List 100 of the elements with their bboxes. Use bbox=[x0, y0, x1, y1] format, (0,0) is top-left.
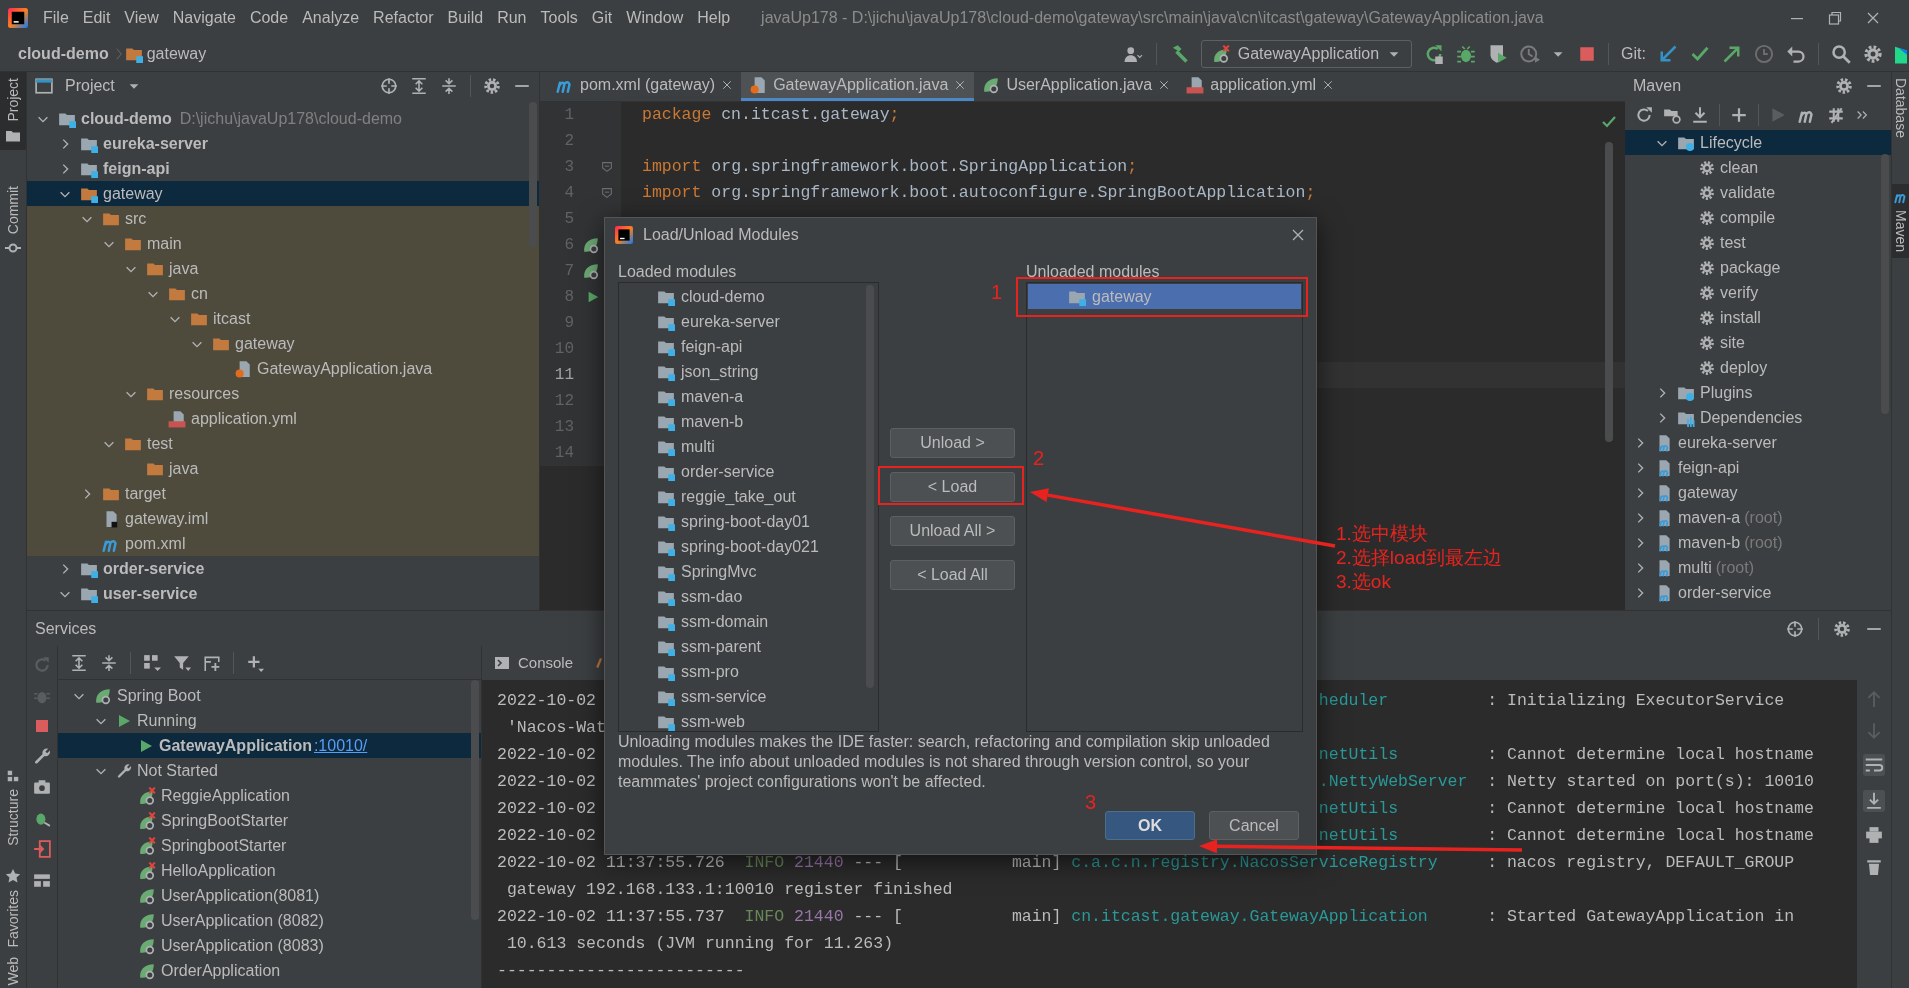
tree-row[interactable]: HelloApplication bbox=[58, 858, 481, 883]
tree-row[interactable]: application.yml bbox=[27, 406, 539, 431]
tree-row[interactable]: UserApplication (8083) bbox=[58, 933, 481, 958]
button[interactable]: Unload All > bbox=[890, 516, 1015, 546]
side-tab[interactable]: Favorites bbox=[0, 861, 26, 954]
print-icon[interactable] bbox=[1865, 826, 1883, 844]
menu-item[interactable]: Window bbox=[619, 4, 691, 32]
close-icon[interactable] bbox=[721, 79, 734, 91]
menu-item[interactable]: Edit bbox=[75, 4, 118, 32]
close-icon[interactable] bbox=[1322, 79, 1335, 91]
rerun-icon[interactable] bbox=[1424, 43, 1445, 64]
list-item[interactable]: ssm-domain bbox=[619, 609, 878, 634]
tree-row[interactable]: java bbox=[27, 256, 539, 281]
tree-row[interactable]: gateway bbox=[1625, 480, 1891, 505]
download-icon[interactable] bbox=[1691, 106, 1709, 124]
tree-row[interactable]: maven-b (root) bbox=[1625, 530, 1891, 555]
list-item[interactable]: cloud-demo bbox=[619, 284, 878, 309]
list-item[interactable]: ssm-pro bbox=[619, 659, 878, 684]
editor-tab[interactable]: UserApplication.java bbox=[974, 72, 1179, 101]
side-tab[interactable]: Project bbox=[0, 72, 26, 150]
list-item[interactable]: SpringMvc bbox=[619, 559, 878, 584]
settings-icon[interactable] bbox=[1835, 77, 1853, 95]
tree-row[interactable]: java bbox=[27, 456, 539, 481]
tree-row[interactable]: compile bbox=[1625, 205, 1891, 230]
settings-icon[interactable] bbox=[1863, 43, 1883, 64]
menu-item[interactable]: Git bbox=[584, 4, 620, 32]
editor-tab[interactable]: application.yml bbox=[1178, 72, 1343, 101]
list-item[interactable]: ssm-parent bbox=[619, 634, 878, 659]
tree-row[interactable]: OrderApplication bbox=[58, 958, 481, 983]
tree-row[interactable]: GatewayApplication:10010/ bbox=[58, 733, 481, 758]
tree-row[interactable]: main bbox=[27, 231, 539, 256]
list-item[interactable]: ssm-service bbox=[619, 684, 878, 709]
expand-all-icon[interactable] bbox=[70, 653, 88, 672]
update-arrow-icon[interactable] bbox=[1658, 43, 1678, 64]
wrench-icon[interactable] bbox=[33, 747, 51, 765]
tree-row[interactable]: test bbox=[1625, 230, 1891, 255]
more-icon[interactable] bbox=[1855, 108, 1869, 122]
menu-item[interactable]: Analyze bbox=[295, 4, 367, 32]
stop-icon[interactable] bbox=[34, 718, 50, 734]
tree-row[interactable]: SpringbootStarter bbox=[58, 833, 481, 858]
profiler-icon[interactable] bbox=[1520, 43, 1541, 64]
menu-item[interactable]: Run bbox=[490, 4, 534, 32]
locate-icon[interactable] bbox=[1786, 619, 1804, 638]
tree-row[interactable]: Lifecycle bbox=[1625, 130, 1891, 155]
scrollbar[interactable] bbox=[529, 102, 537, 247]
button[interactable]: OK bbox=[1105, 811, 1195, 840]
expand-all-icon[interactable] bbox=[410, 77, 428, 95]
tree-row[interactable]: clean bbox=[1625, 155, 1891, 180]
tree-row[interactable]: pom.xml bbox=[27, 531, 539, 556]
tree-row[interactable]: feign-api bbox=[1625, 455, 1891, 480]
locate-icon[interactable] bbox=[380, 77, 398, 95]
scrollbar[interactable] bbox=[471, 680, 479, 920]
soft-wrap-icon[interactable] bbox=[1863, 754, 1885, 776]
tree-row[interactable]: multi (root) bbox=[1625, 555, 1891, 580]
tree-row[interactable]: cloud-demo D:\jichu\javaUp178\cloud-demo bbox=[27, 106, 539, 131]
panel-title[interactable]: Project bbox=[65, 74, 115, 98]
tree-row[interactable]: eureka-server bbox=[27, 131, 539, 156]
tree-row[interactable]: Dependencies bbox=[1625, 405, 1891, 430]
tree-row[interactable]: test bbox=[27, 431, 539, 456]
menu-item[interactable]: File bbox=[36, 4, 76, 32]
plus-icon[interactable] bbox=[1730, 106, 1748, 124]
folder-refresh-icon[interactable] bbox=[1663, 106, 1681, 124]
run-icon[interactable] bbox=[586, 290, 600, 304]
collapse-all-icon[interactable] bbox=[440, 77, 458, 95]
list-item[interactable]: order-service bbox=[619, 459, 878, 484]
fold-icon[interactable] bbox=[600, 186, 614, 200]
tree-row[interactable]: eureka-server bbox=[1625, 430, 1891, 455]
button[interactable]: < Load All bbox=[890, 560, 1015, 590]
list-item[interactable]: ssm-dao bbox=[619, 584, 878, 609]
spring-bean-icon[interactable] bbox=[582, 236, 600, 254]
side-tab[interactable]: Maven bbox=[1892, 183, 1909, 258]
tree-row[interactable]: Plugins bbox=[1625, 380, 1891, 405]
stop-icon[interactable] bbox=[1578, 44, 1597, 63]
list-item[interactable]: ssm-web bbox=[619, 709, 878, 731]
list-item[interactable]: feign-api bbox=[619, 334, 878, 359]
close-icon[interactable] bbox=[1158, 79, 1171, 91]
side-tab[interactable]: Database bbox=[1892, 72, 1909, 144]
settings-icon[interactable] bbox=[1833, 619, 1851, 638]
camera-icon[interactable] bbox=[33, 778, 51, 796]
tree-row[interactable]: UserApplication (8082) bbox=[58, 908, 481, 933]
run-config-dropdown[interactable]: GatewayApplication bbox=[1200, 39, 1413, 68]
spring-bean-icon[interactable] bbox=[582, 262, 600, 280]
restore-icon[interactable] bbox=[1827, 10, 1843, 26]
close-icon[interactable] bbox=[954, 79, 967, 91]
menu-item[interactable]: View bbox=[117, 4, 166, 32]
tree-row[interactable]: order-service bbox=[27, 556, 539, 581]
list-item[interactable]: maven-b bbox=[619, 409, 878, 434]
layout-icon[interactable] bbox=[33, 871, 51, 889]
tree-row[interactable]: itcast bbox=[27, 306, 539, 331]
tree-row[interactable]: UserApplication(8081) bbox=[58, 883, 481, 908]
menu-item[interactable]: Help bbox=[690, 4, 738, 32]
list-item[interactable]: eureka-server bbox=[619, 309, 878, 334]
button[interactable]: < Load bbox=[890, 472, 1015, 502]
tree-row[interactable]: gateway.iml bbox=[27, 506, 539, 531]
login-icon[interactable] bbox=[33, 840, 51, 858]
menu-item[interactable]: Refactor bbox=[366, 4, 441, 32]
breadcrumb-item[interactable]: cloud-demo bbox=[18, 41, 109, 66]
list-item[interactable]: multi bbox=[619, 434, 878, 459]
scroll-to-end-icon[interactable] bbox=[1863, 790, 1885, 812]
breadcrumb-item[interactable]: gateway bbox=[146, 41, 207, 66]
